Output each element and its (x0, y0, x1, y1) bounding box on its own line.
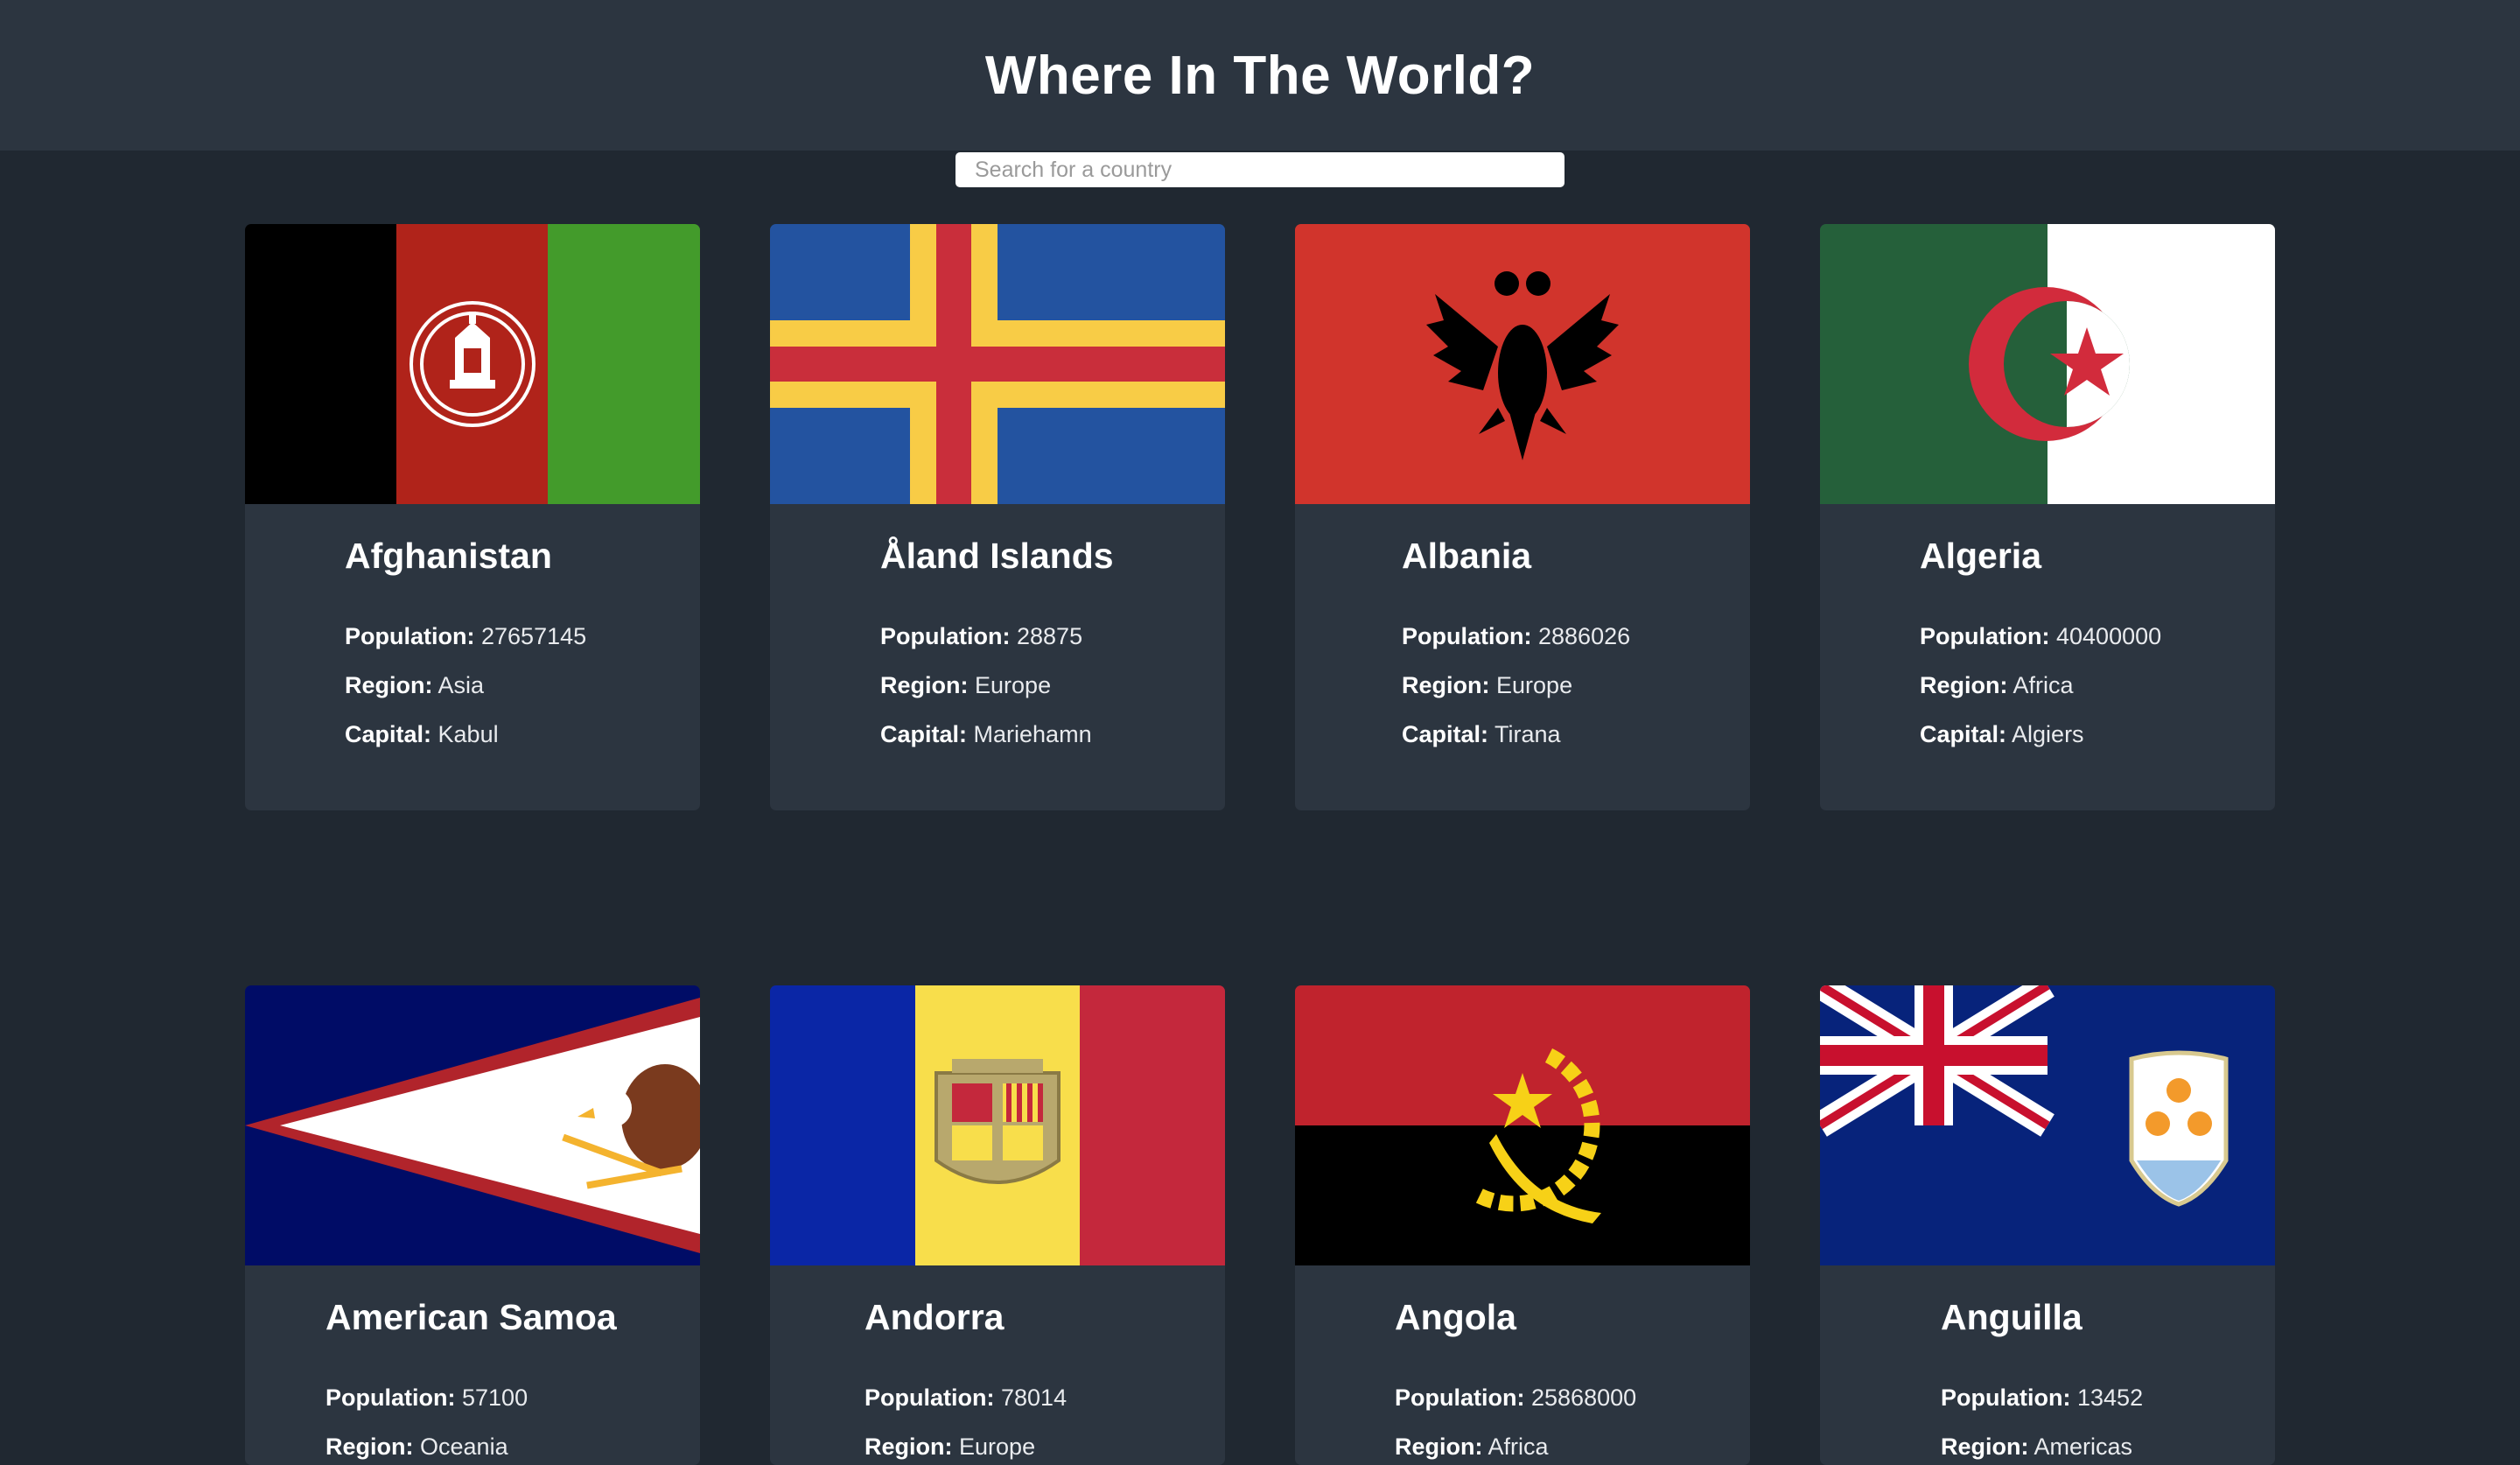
region-row: Region: Europe (1402, 672, 1572, 699)
population-value: 25868000 (1531, 1384, 1637, 1411)
country-name: Algeria (1920, 536, 2041, 576)
population-row: Population: 40400000 (1920, 623, 2161, 650)
population-row: Population: 25868000 (1395, 1384, 1636, 1412)
region-label: Region: (345, 672, 433, 698)
population-value: 27657145 (481, 623, 587, 649)
capital-label: Capital: (1402, 721, 1489, 747)
country-name: Åland Islands (880, 536, 1114, 576)
country-card-angola[interactable]: Angola Population: 25868000 Region: Afri… (1295, 985, 1750, 1465)
population-value: 13452 (2077, 1384, 2144, 1411)
population-row: Population: 27657145 (345, 623, 586, 650)
capital-row: Capital: Mariehamn (880, 721, 1092, 748)
country-card-andorra[interactable]: Andorra Population: 78014 Region: Europe (770, 985, 1225, 1465)
capital-row: Capital: Tirana (1402, 721, 1561, 748)
capital-row: Capital: Algiers (1920, 721, 2084, 748)
population-label: Population: (864, 1384, 995, 1411)
region-row: Region: Africa (1920, 672, 2074, 699)
population-value: 78014 (1001, 1384, 1068, 1411)
country-name: Angola (1395, 1297, 1516, 1337)
region-value: Africa (1488, 1433, 1549, 1460)
region-row: Region: Asia (345, 672, 484, 699)
region-value: Americas (2034, 1433, 2133, 1460)
aland-islands-flag-icon (770, 224, 1225, 504)
country-card-american-samoa[interactable]: American Samoa Population: 57100 Region:… (245, 985, 700, 1465)
population-label: Population: (880, 623, 1011, 649)
region-row: Region: Africa (1395, 1433, 1549, 1461)
population-value: 57100 (462, 1384, 528, 1411)
region-label: Region: (880, 672, 969, 698)
page-title: Where In The World? (984, 45, 1536, 106)
population-label: Population: (1941, 1384, 2071, 1411)
population-value: 28875 (1017, 623, 1083, 649)
afghanistan-flag-icon (245, 224, 700, 504)
angola-flag-icon (1295, 985, 1750, 1265)
region-value: Africa (2012, 672, 2074, 698)
region-row: Region: Americas (1941, 1433, 2132, 1461)
andorra-flag-icon (770, 985, 1225, 1265)
country-card-algeria[interactable]: Algeria Population: 40400000 Region: Afr… (1820, 224, 2275, 810)
country-name: Andorra (864, 1297, 1004, 1337)
region-value: Europe (959, 1433, 1036, 1460)
population-row: Population: 13452 (1941, 1384, 2143, 1412)
capital-value: Tirana (1494, 721, 1561, 747)
country-card-aland-islands[interactable]: Åland Islands Population: 28875 Region: … (770, 224, 1225, 810)
region-label: Region: (864, 1433, 953, 1460)
population-label: Population: (1402, 623, 1532, 649)
population-value: 2886026 (1538, 623, 1631, 649)
region-label: Region: (1395, 1433, 1483, 1460)
region-value: Oceania (420, 1433, 508, 1460)
region-label: Region: (1402, 672, 1490, 698)
population-row: Population: 57100 (326, 1384, 528, 1412)
app-header: Where In The World? (0, 0, 2520, 151)
albania-flag-icon (1295, 224, 1750, 504)
capital-value: Kabul (438, 721, 499, 747)
search-input[interactable] (956, 152, 1564, 187)
region-value: Asia (438, 672, 485, 698)
population-label: Population: (1395, 1384, 1525, 1411)
capital-value: Mariehamn (973, 721, 1092, 747)
anguilla-flag-icon (1820, 985, 2275, 1265)
capital-row: Capital: Kabul (345, 721, 499, 748)
country-card-afghanistan[interactable]: Afghanistan Population: 27657145 Region:… (245, 224, 700, 810)
country-card-anguilla[interactable]: Anguilla Population: 13452 Region: Ameri… (1820, 985, 2275, 1465)
american-samoa-flag-icon (245, 985, 700, 1265)
capital-label: Capital: (880, 721, 968, 747)
capital-label: Capital: (1920, 721, 2007, 747)
population-label: Population: (326, 1384, 456, 1411)
region-row: Region: Europe (864, 1433, 1035, 1461)
region-value: Europe (975, 672, 1052, 698)
population-label: Population: (345, 623, 475, 649)
region-label: Region: (1920, 672, 2008, 698)
region-label: Region: (326, 1433, 414, 1460)
search-bar (956, 152, 1564, 187)
population-row: Population: 28875 (880, 623, 1082, 650)
region-row: Region: Oceania (326, 1433, 508, 1461)
algeria-flag-icon (1820, 224, 2275, 504)
country-name: Albania (1402, 536, 1532, 576)
capital-label: Capital: (345, 721, 432, 747)
region-label: Region: (1941, 1433, 2029, 1460)
country-name: American Samoa (326, 1297, 617, 1337)
country-name: Anguilla (1941, 1297, 2082, 1337)
country-name: Afghanistan (345, 536, 552, 576)
country-card-albania[interactable]: Albania Population: 2886026 Region: Euro… (1295, 224, 1750, 810)
population-row: Population: 2886026 (1402, 623, 1630, 650)
population-row: Population: 78014 (864, 1384, 1067, 1412)
capital-value: Algiers (2012, 721, 2084, 747)
region-row: Region: Europe (880, 672, 1051, 699)
population-value: 40400000 (2056, 623, 2162, 649)
population-label: Population: (1920, 623, 2050, 649)
region-value: Europe (1496, 672, 1573, 698)
